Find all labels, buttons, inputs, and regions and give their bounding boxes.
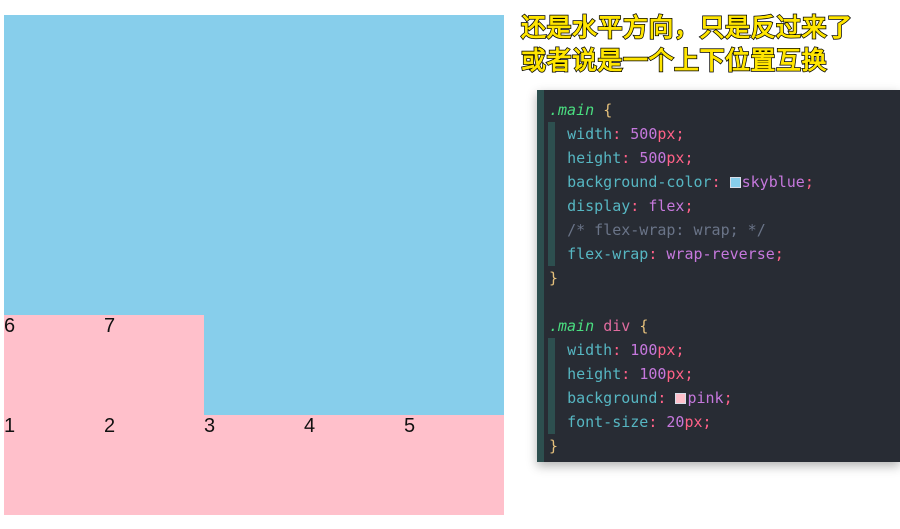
- colon: :: [612, 341, 622, 359]
- brace-close: }: [549, 269, 559, 287]
- flex-item-label: 6: [4, 315, 16, 337]
- css-property: display: [567, 197, 631, 215]
- code-snippet-panel: .main { width: 500px; height: 500px; bac…: [537, 90, 900, 462]
- css-property: background-color: [567, 173, 712, 191]
- semicolon: ;: [702, 413, 712, 431]
- css-property: width: [567, 341, 613, 359]
- css-unit: px: [666, 149, 685, 167]
- flex-item-label: 5: [404, 415, 416, 437]
- code-line: .main div {: [537, 314, 900, 338]
- css-tag-selector: div: [603, 317, 631, 335]
- colon: :: [621, 149, 631, 167]
- flex-item-label: 3: [204, 415, 216, 437]
- code-line: background: pink;: [537, 386, 900, 410]
- flex-demo-area: 1 2 3 4 5 6 7: [4, 15, 504, 529]
- css-property: font-size: [567, 413, 649, 431]
- colon: :: [630, 197, 640, 215]
- css-property: height: [567, 149, 622, 167]
- color-swatch-pink: [675, 393, 687, 404]
- flex-item: 3: [204, 415, 304, 515]
- css-number: 100: [630, 341, 658, 359]
- css-value: flex: [648, 197, 685, 215]
- flex-item: 6: [4, 315, 104, 415]
- flex-item: 4: [304, 415, 404, 515]
- semicolon: ;: [774, 245, 784, 263]
- css-selector: .main: [549, 317, 595, 335]
- code-line: width: 500px;: [537, 122, 900, 146]
- brace-close: }: [549, 437, 559, 455]
- annotation-heading: 还是水平方向，只是反过来了 或者说是一个上下位置互换: [520, 12, 900, 78]
- semicolon: ;: [804, 173, 814, 191]
- css-value: wrap-reverse: [666, 245, 775, 263]
- code-line: width: 100px;: [537, 338, 900, 362]
- flex-item-label: 1: [4, 415, 16, 437]
- code-line: flex-wrap: wrap-reverse;: [537, 242, 900, 266]
- colon: :: [657, 389, 667, 407]
- colon: :: [711, 173, 721, 191]
- css-property: width: [567, 125, 613, 143]
- css-selector: .main: [549, 101, 595, 119]
- flex-item-label: 4: [304, 415, 316, 437]
- semicolon: ;: [675, 125, 685, 143]
- semicolon: ;: [675, 341, 685, 359]
- code-line: height: 100px;: [537, 362, 900, 386]
- css-color-value: skyblue: [741, 173, 805, 191]
- semicolon: ;: [723, 389, 733, 407]
- colon: :: [648, 413, 658, 431]
- flex-item: 2: [104, 415, 204, 515]
- css-unit: px: [684, 413, 703, 431]
- heading-line-2: 或者说是一个上下位置互换: [520, 46, 828, 76]
- css-unit: px: [657, 341, 676, 359]
- css-number: 100: [639, 365, 667, 383]
- color-swatch-skyblue: [729, 177, 741, 188]
- css-unit: px: [666, 365, 685, 383]
- colon: :: [648, 245, 658, 263]
- flex-item: 1: [4, 415, 104, 515]
- screenshot-root: 1 2 3 4 5 6 7 还是水平方向，只是反过来了 或者说是一个上下位置互换 …: [0, 0, 900, 529]
- colon: :: [621, 365, 631, 383]
- code-line: height: 500px;: [537, 146, 900, 170]
- css-property: background: [567, 389, 658, 407]
- css-unit: px: [657, 125, 676, 143]
- code-line: display: flex;: [537, 194, 900, 218]
- flex-item: 5: [404, 415, 504, 515]
- code-line: .main {: [537, 98, 900, 122]
- css-property: flex-wrap: [567, 245, 649, 263]
- flex-item-label: 7: [104, 315, 116, 337]
- code-line: }: [537, 434, 900, 458]
- semicolon: ;: [684, 197, 694, 215]
- css-color-value: pink: [687, 389, 724, 407]
- code-line: background-color: skyblue;: [537, 170, 900, 194]
- css-comment: /* flex-wrap: wrap; */: [567, 221, 766, 239]
- semicolon: ;: [684, 149, 694, 167]
- css-number: 20: [666, 413, 685, 431]
- flex-container-main: 1 2 3 4 5 6 7: [4, 15, 504, 515]
- code-line: font-size: 20px;: [537, 410, 900, 434]
- css-property: height: [567, 365, 622, 383]
- colon: :: [612, 125, 622, 143]
- semicolon: ;: [684, 365, 694, 383]
- code-line: /* flex-wrap: wrap; */: [537, 218, 900, 242]
- heading-line-1: 还是水平方向，只是反过来了: [520, 13, 853, 43]
- css-number: 500: [639, 149, 667, 167]
- brace-open: {: [603, 101, 613, 119]
- brace-open: {: [639, 317, 649, 335]
- code-line: }: [537, 266, 900, 290]
- flex-item: 7: [104, 315, 204, 415]
- css-number: 500: [630, 125, 658, 143]
- flex-item-label: 2: [104, 415, 116, 437]
